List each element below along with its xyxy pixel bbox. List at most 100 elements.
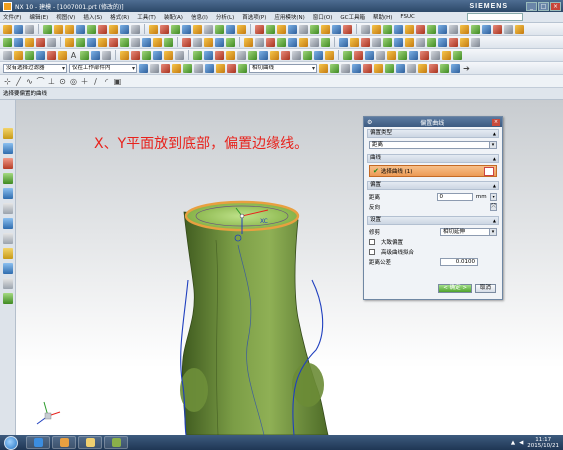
right-view-icon[interactable] (471, 37, 480, 47)
system-materials-icon[interactable] (2, 233, 13, 244)
start-button[interactable] (4, 435, 18, 450)
menu-tools[interactable]: 工具(T) (137, 13, 156, 21)
line-icon[interactable] (372, 24, 381, 34)
isoparametric-curve-icon[interactable] (504, 24, 513, 34)
datum-axis-icon[interactable] (332, 24, 341, 34)
intersect-icon[interactable] (171, 24, 180, 34)
palette-icon[interactable] (2, 293, 13, 304)
bounded-plane-icon[interactable] (65, 37, 74, 47)
wcs-origin-icon[interactable] (310, 37, 319, 47)
ellipse-icon[interactable] (58, 50, 67, 60)
composite-curve-icon[interactable] (102, 50, 111, 60)
taskbar-nx[interactable] (104, 436, 128, 449)
curve-analysis-icon[interactable] (204, 37, 213, 47)
shell-icon[interactable] (131, 24, 140, 34)
move-face-icon[interactable] (277, 24, 286, 34)
dialog-title-bar[interactable]: ⚙ 偏置曲线 × (364, 117, 502, 127)
datum-select-icon[interactable] (451, 63, 460, 73)
arrow-right-icon[interactable]: ➔ (462, 64, 471, 73)
cross-snap-icon[interactable]: ＋ (80, 76, 89, 87)
orient-view-icon[interactable] (442, 50, 451, 60)
x-form-icon[interactable] (164, 37, 173, 47)
pad-icon[interactable] (109, 24, 118, 34)
through-curves-icon[interactable] (3, 37, 12, 47)
intersection-curve-icon[interactable] (164, 50, 173, 60)
filter-reset-icon[interactable] (238, 63, 247, 73)
deselect-all-icon[interactable] (150, 63, 159, 73)
sew-icon[interactable] (87, 37, 96, 47)
trimmed-sheet-icon[interactable] (76, 37, 85, 47)
trim-body-icon[interactable] (226, 24, 235, 34)
law-curve-icon[interactable] (142, 50, 151, 60)
trimetric-view-icon[interactable] (427, 37, 436, 47)
point-on-curve-icon[interactable] (325, 50, 334, 60)
hd3d-tools-icon[interactable] (2, 188, 13, 199)
subtract-icon[interactable] (160, 24, 169, 34)
follow-fillet-icon[interactable] (330, 63, 339, 73)
menu-analysis[interactable]: 分析(L) (216, 13, 234, 21)
top-view-icon[interactable] (449, 37, 458, 47)
edge-blend-icon[interactable] (182, 24, 191, 34)
menu-help[interactable]: 帮助(H) (373, 13, 392, 21)
zoom-icon[interactable] (350, 37, 359, 47)
delete-face-icon[interactable] (299, 24, 308, 34)
menu-view[interactable]: 视图(V) (56, 13, 75, 21)
select-curve-field[interactable]: ✔ 选择曲线 (1) (369, 165, 497, 177)
quadrant-point-icon[interactable] (303, 50, 312, 60)
measure-body-icon[interactable] (193, 37, 202, 47)
chamfer-icon[interactable] (193, 24, 202, 34)
select-feature-icon[interactable] (161, 63, 170, 73)
studio-surface-icon[interactable] (36, 37, 45, 47)
draft-icon[interactable] (204, 24, 213, 34)
join-curve-icon[interactable] (460, 24, 469, 34)
surface-grid-icon[interactable] (343, 50, 352, 60)
center-snap-icon[interactable]: ⊙ (58, 77, 67, 86)
face-edges-icon[interactable] (365, 50, 374, 60)
project-curve-icon[interactable] (438, 24, 447, 34)
wcs-orient-icon[interactable] (321, 37, 330, 47)
sheet-select-icon[interactable] (418, 63, 427, 73)
offset-header[interactable]: 偏置 (367, 181, 499, 190)
wrap-curve-icon[interactable] (175, 50, 184, 60)
menu-application[interactable]: 应用模块(N) (274, 13, 304, 21)
taskbar-folder[interactable] (78, 436, 102, 449)
pick-list-icon[interactable] (227, 63, 236, 73)
revolve-icon[interactable] (65, 24, 74, 34)
slash-snap-icon[interactable]: ∕ (91, 77, 100, 86)
select-all-icon[interactable] (139, 63, 148, 73)
save-icon[interactable] (25, 24, 34, 34)
edge-select-icon[interactable] (385, 63, 394, 73)
background-icon[interactable] (409, 50, 418, 60)
select-face-icon[interactable] (183, 63, 192, 73)
menu-preferences[interactable]: 首选项(P) (242, 13, 266, 21)
polygon-icon[interactable] (47, 50, 56, 60)
unite-icon[interactable] (149, 24, 158, 34)
lasso-select-icon[interactable] (205, 63, 214, 73)
styled-blend-icon[interactable] (153, 37, 162, 47)
emboss-icon[interactable] (120, 24, 129, 34)
split-body-icon[interactable] (237, 24, 246, 34)
snap-toggle-icon[interactable]: ⊹ (3, 77, 12, 86)
volume-icon[interactable]: ◀ (519, 440, 523, 446)
pocket-icon[interactable] (98, 24, 107, 34)
draft-analysis-icon[interactable] (226, 37, 235, 47)
bridge-curve-icon[interactable] (449, 24, 458, 34)
offset-face-icon[interactable] (288, 24, 297, 34)
offset-surface-icon[interactable] (109, 37, 118, 47)
extrude-icon[interactable] (54, 24, 63, 34)
system-scene-icon[interactable] (2, 278, 13, 289)
menu-fsuc[interactable]: FSUC (400, 14, 414, 20)
menu-format[interactable]: 格式(R) (110, 13, 129, 21)
line-snap-icon[interactable]: ╱ (14, 77, 23, 86)
maximize-button[interactable]: □ (538, 1, 549, 11)
edit-object-display-icon[interactable] (288, 37, 297, 47)
restore-view-icon[interactable] (453, 50, 462, 60)
pattern-feature-icon[interactable] (266, 24, 275, 34)
polygon-select-icon[interactable] (216, 63, 225, 73)
swept-icon[interactable] (25, 37, 34, 47)
light-icon[interactable] (398, 50, 407, 60)
component-select-icon[interactable] (407, 63, 416, 73)
rectangle-icon[interactable] (14, 50, 23, 60)
face-blend-icon[interactable] (142, 37, 151, 47)
roles-icon[interactable] (2, 263, 13, 274)
